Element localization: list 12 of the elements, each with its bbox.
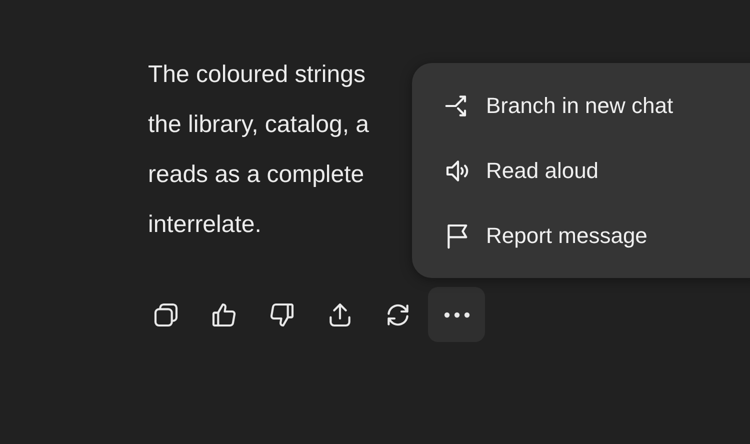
- message-text: the library, catalog, a: [148, 110, 370, 140]
- more-icon: [444, 312, 470, 318]
- menu-item[interactable]: Read aloud: [412, 138, 750, 203]
- thumbs-down-icon: [268, 300, 296, 328]
- menu-item[interactable]: Report message: [412, 203, 750, 268]
- thumbs-up-icon: [210, 300, 238, 328]
- menu-item[interactable]: Branch in new chat: [412, 73, 750, 138]
- message-text: The coloured strings: [148, 60, 366, 90]
- copy-icon: [152, 300, 180, 328]
- more-button[interactable]: [428, 287, 485, 342]
- message-text: interrelate.: [148, 210, 262, 240]
- message-text: reads as a complete: [148, 160, 364, 190]
